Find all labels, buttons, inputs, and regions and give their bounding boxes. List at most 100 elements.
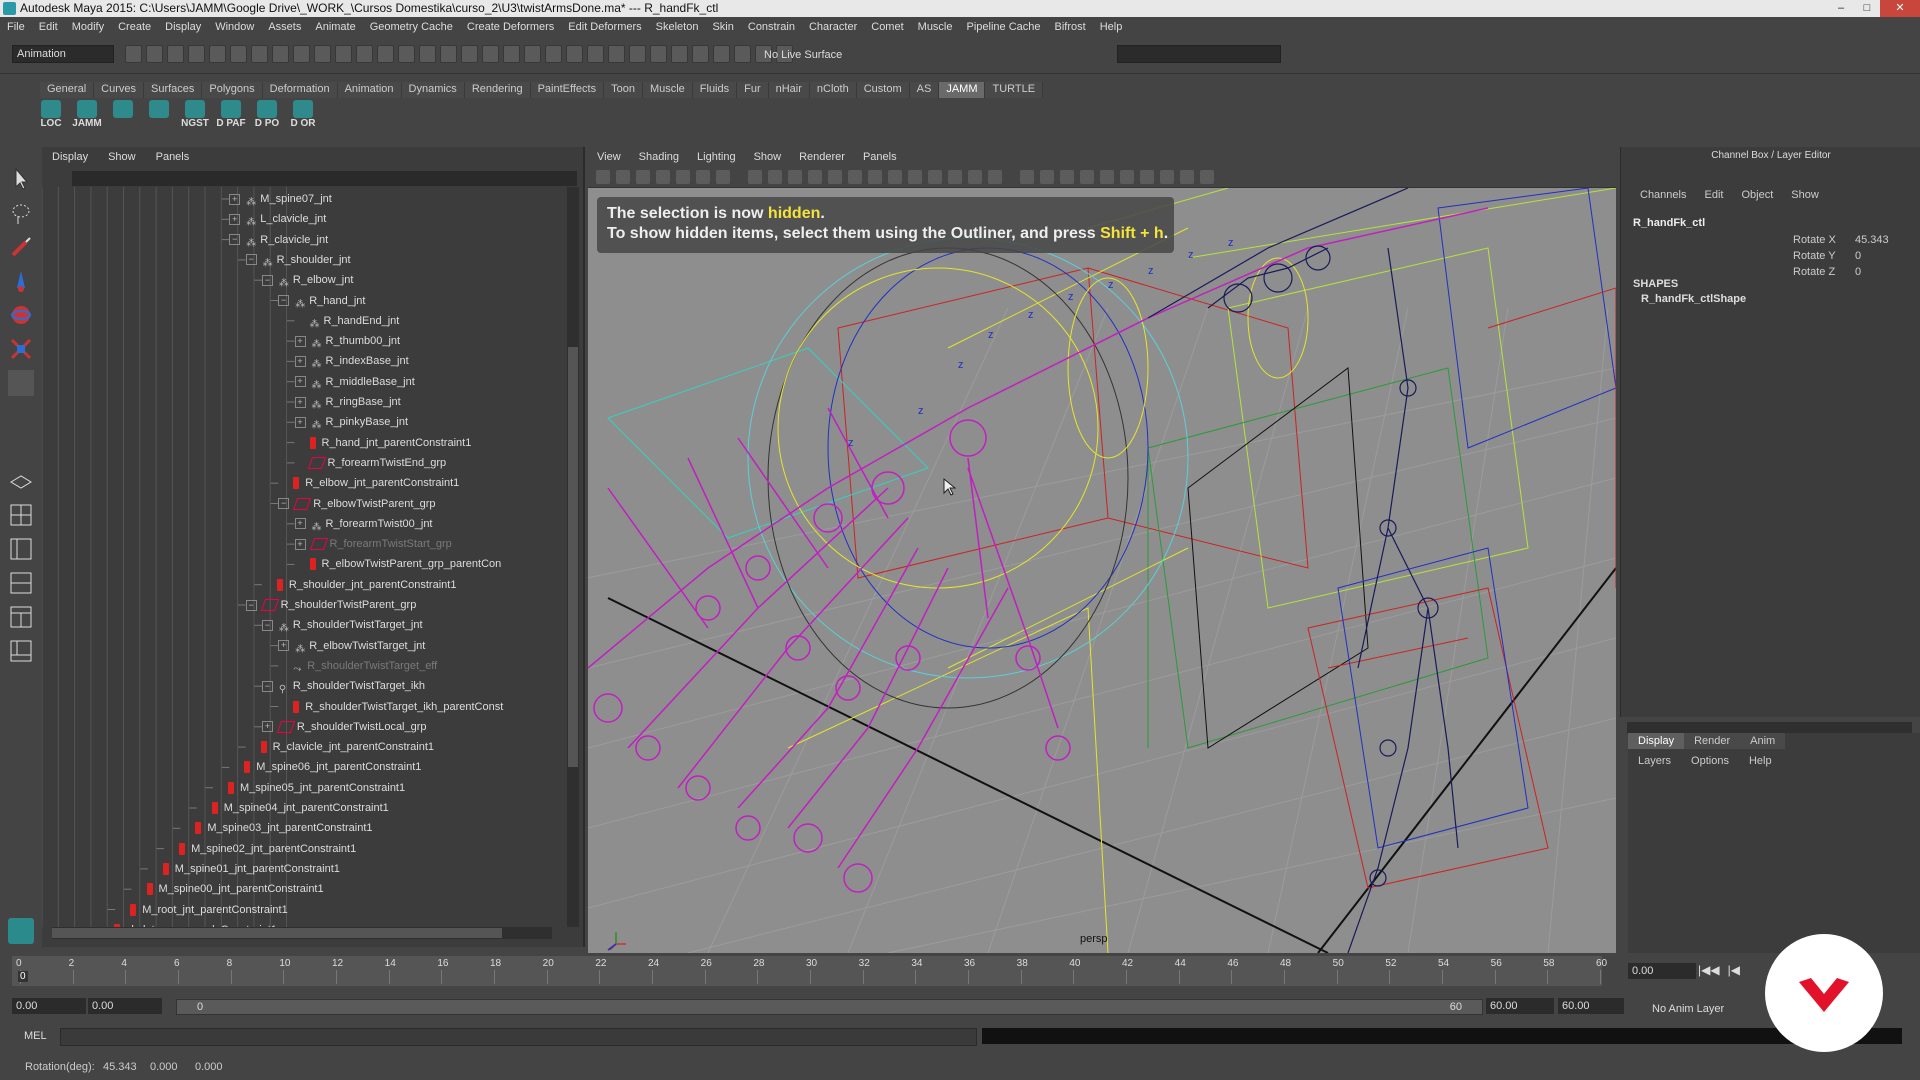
channel-attr-value[interactable]: 0 (1855, 250, 1861, 262)
shelf-tab-turtle[interactable]: TURTLE (985, 82, 1044, 98)
outliner-menu-item[interactable]: Panels (146, 151, 200, 163)
channel-attr-row[interactable]: Rotate Y 0 (1793, 250, 1913, 265)
channel-menu-item[interactable]: Object (1732, 189, 1782, 201)
viewport-menu-item[interactable]: Shading (630, 151, 688, 163)
menu-item[interactable]: File (0, 21, 32, 33)
outliner-row[interactable]: R_shoulder_jnt_parentConstraint1 (262, 575, 456, 595)
channel-menu-item[interactable]: Channels (1631, 189, 1695, 201)
shelf-tab-dynamics[interactable]: Dynamics (401, 82, 465, 98)
viewport-tool-icon[interactable] (1100, 170, 1114, 184)
shelf-tab-custom[interactable]: Custom (856, 82, 910, 98)
menu-item[interactable]: Skeleton (649, 21, 706, 33)
shelf-tab-nhair[interactable]: nHair (768, 82, 810, 98)
outliner-row[interactable]: + ⁂ R_elbowTwistTarget_jnt (278, 636, 425, 656)
outliner-row[interactable]: M_spine02_jnt_parentConstraint1 (164, 839, 356, 859)
outliner-row[interactable]: skeleton_grp_scaleConstraint1 (99, 920, 277, 927)
outliner-row[interactable]: R_elbow_jnt_parentConstraint1 (278, 473, 459, 493)
menu-item[interactable]: Help (1093, 21, 1130, 33)
outliner-row[interactable]: ⁂ R_handEnd_jnt (295, 311, 400, 331)
outliner-row[interactable]: M_spine06_jnt_parentConstraint1 (229, 757, 421, 777)
outliner-vertical-scrollbar[interactable] (567, 187, 579, 927)
outliner-horizontal-scrollbar[interactable] (52, 927, 552, 939)
viewport-tool-icon[interactable] (1060, 170, 1074, 184)
outliner-row[interactable]: M_spine00_jnt_parentConstraint1 (132, 879, 324, 899)
shelf-tab-jamm[interactable]: JAMM (939, 82, 986, 98)
expand-toggle-icon[interactable]: + (278, 640, 290, 652)
outliner-row[interactable]: M_spine05_jnt_parentConstraint1 (213, 778, 405, 798)
viewport-tool-icon[interactable] (616, 170, 630, 184)
viewport-menu-item[interactable]: Renderer (790, 151, 854, 163)
select-tool-icon[interactable] (8, 166, 34, 192)
expand-toggle-icon[interactable]: + (294, 335, 306, 347)
menu-item[interactable]: Character (802, 21, 864, 33)
outliner-row[interactable]: + ⁂ R_middleBase_jnt (294, 372, 415, 392)
channel-attr-value[interactable]: 45.343 (1855, 234, 1889, 246)
viewport-scene[interactable]: z z z z z z z z z z (588, 188, 1616, 953)
shelf-button[interactable]: LOC (36, 100, 66, 134)
mel-input[interactable] (60, 1028, 977, 1046)
menu-item[interactable]: Assets (261, 21, 308, 33)
viewport-menu-item[interactable]: Panels (854, 151, 906, 163)
layout-four-icon[interactable] (8, 502, 34, 528)
viewport-tool-icon[interactable] (1040, 170, 1054, 184)
expand-toggle-icon[interactable]: − (245, 599, 257, 611)
shelf-button[interactable]: D PAF (216, 100, 246, 134)
outliner-row[interactable]: R_forearmTwistEnd_grp (295, 453, 446, 473)
close-button[interactable]: ✕ (1880, 0, 1920, 17)
layout-single-icon[interactable] (8, 468, 34, 494)
viewport-tool-icon[interactable] (828, 170, 842, 184)
outliner-row[interactable]: M_spine04_jnt_parentConstraint1 (197, 798, 389, 818)
status-tool-icon[interactable] (524, 45, 541, 63)
status-tool-icon[interactable] (314, 45, 331, 63)
channel-menu-item[interactable]: Edit (1695, 189, 1732, 201)
expand-toggle-icon[interactable]: + (294, 416, 306, 428)
viewport-tool-icon[interactable] (1160, 170, 1174, 184)
viewport-tool-icon[interactable] (636, 170, 650, 184)
outliner-row[interactable]: − R_shoulderTwistParent_grp (245, 595, 416, 615)
outliner-row[interactable]: ⤳ R_shoulderTwistTarget_eff (278, 656, 437, 676)
status-tool-icon[interactable] (377, 45, 394, 63)
viewport-tool-icon[interactable] (928, 170, 942, 184)
viewport-tool-icon[interactable] (748, 170, 762, 184)
menu-item[interactable]: Constrain (741, 21, 802, 33)
layer-menu-item[interactable]: Options (1681, 755, 1739, 767)
viewport-tool-icon[interactable] (968, 170, 982, 184)
outliner-row[interactable]: − ⁂ R_hand_jnt (278, 291, 365, 311)
status-tool-icon[interactable] (188, 45, 205, 63)
status-tool-icon[interactable] (650, 45, 667, 63)
status-tool-icon[interactable] (356, 45, 373, 63)
expand-toggle-icon[interactable]: + (229, 213, 241, 225)
mode-selector[interactable]: Animation (12, 45, 114, 63)
outliner-row[interactable]: + R_shoulderTwistLocal_grp (261, 717, 427, 737)
current-frame-field[interactable]: 0.00 (1628, 963, 1696, 979)
scroll-thumb[interactable] (52, 928, 502, 938)
layout-side-icon[interactable] (8, 536, 34, 562)
playback-start-field[interactable]: 0.00 (88, 998, 162, 1014)
status-tool-icon[interactable] (671, 45, 688, 63)
shelf-button[interactable]: JAMM (72, 100, 102, 134)
selected-object-name[interactable]: R_handFk_ctl (1633, 217, 1705, 229)
expand-toggle-icon[interactable]: + (294, 396, 306, 408)
viewport-tool-icon[interactable] (1080, 170, 1094, 184)
expand-toggle-icon[interactable]: + (294, 518, 306, 530)
outliner-row[interactable]: + ⁂ R_indexBase_jnt (294, 351, 409, 371)
layer-menu-item[interactable]: Layers (1628, 755, 1681, 767)
layer-tab-render[interactable]: Render (1684, 733, 1741, 749)
viewport-tool-icon[interactable] (988, 170, 1002, 184)
shelf-tab-rendering[interactable]: Rendering (464, 82, 531, 98)
outliner-row[interactable]: R_hand_jnt_parentConstraint1 (295, 433, 471, 453)
shelf-tab-curves[interactable]: Curves (94, 82, 144, 98)
viewport-tool-icon[interactable] (696, 170, 710, 184)
expand-toggle-icon[interactable]: + (229, 193, 241, 205)
outliner-row[interactable]: R_elbowTwistParent_grp_parentCon (295, 554, 501, 574)
expand-toggle-icon[interactable]: − (261, 680, 273, 692)
menu-item[interactable]: Pipeline Cache (960, 21, 1048, 33)
scroll-thumb[interactable] (568, 347, 578, 767)
status-tool-icon[interactable] (692, 45, 709, 63)
channel-attr-value[interactable]: 0 (1855, 266, 1861, 278)
layer-tab-anim[interactable]: Anim (1740, 733, 1786, 749)
status-tool-icon[interactable] (272, 45, 289, 63)
shelf-button[interactable] (144, 100, 174, 134)
jamm-logo-icon[interactable] (8, 918, 34, 944)
viewport-tool-icon[interactable] (768, 170, 782, 184)
